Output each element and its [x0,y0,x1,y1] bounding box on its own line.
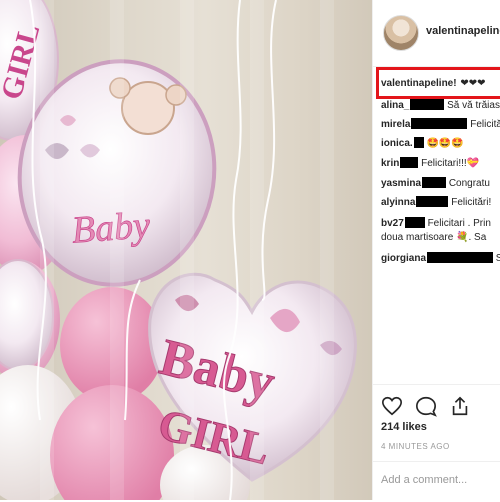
comment-item-continuation: doua martisoare 💐. Sa [381,232,486,243]
comment-text: Să vă trăias [447,100,500,111]
comment-username[interactable]: alina_ [381,100,409,111]
comment-item: alyinna Felicitări! [381,196,491,208]
post-actions: 214 likes 4 MINUTES AGO Add a comment... [373,384,500,501]
share-icon[interactable] [449,395,471,417]
avatar[interactable] [383,15,419,51]
redaction [416,196,449,207]
comment-username[interactable]: giorgiana [381,253,426,264]
redaction [422,177,447,188]
header-username[interactable]: valentinapeline [426,25,500,37]
comments-list: valentinapeline! ❤❤❤ alina_ Să vă trăias… [373,66,500,384]
comment-item: yasmina Congratu [381,177,490,189]
comment-username[interactable]: ionica. [381,138,413,149]
redaction [427,252,494,263]
comment-item: krin Felicitari!!!💝 [381,157,479,169]
redaction [404,217,425,228]
instagram-post: GIRL Baby Baby GIRL valentinapeline vale… [0,0,500,500]
comment-username[interactable]: bv27 [381,218,404,229]
post-timestamp: 4 MINUTES AGO [381,442,450,451]
comment-text: Felicitări! [451,197,492,208]
comment-icon[interactable] [415,395,437,417]
likes-count[interactable]: 214 likes [381,421,427,433]
comment-username[interactable]: yasmina [381,178,421,189]
comment-item: alina_ Să vă trăias [381,99,500,111]
comment-text: 🤩🤩🤩 [426,138,464,149]
caption-highlight-box [376,67,500,99]
redaction [400,157,419,168]
comment-username[interactable]: krin [381,158,399,169]
post-header: valentinapeline [373,0,500,67]
comment-item: ionica. 🤩🤩🤩 [381,137,464,149]
comment-username[interactable]: mirela [381,119,410,130]
comment-text: S [495,253,500,264]
comment-text: Congratu [448,178,490,189]
comment-username[interactable]: alyinna [381,197,415,208]
comment-text: Felicitari!!!💝 [421,158,480,169]
post-photo: GIRL Baby Baby GIRL [0,0,372,500]
comment-item: giorgiana S [381,252,500,264]
add-comment-bar[interactable]: Add a comment... [373,461,500,502]
post-sidebar: valentinapeline valentinapeline! ❤❤❤ ali… [372,0,500,500]
redaction [411,118,468,129]
redaction [413,137,424,148]
add-comment-input[interactable]: Add a comment... [381,474,467,486]
redaction [410,99,445,110]
comment-text: doua martisoare 💐. Sa [381,232,487,243]
comment-item: bv27 Felicitari . Prin [381,217,491,229]
comment-text: Felicitari . Prin [427,218,491,229]
heart-icon[interactable] [381,395,403,417]
comment-item: mirela Felicită [381,118,500,130]
comment-text: Felicită [470,119,500,130]
